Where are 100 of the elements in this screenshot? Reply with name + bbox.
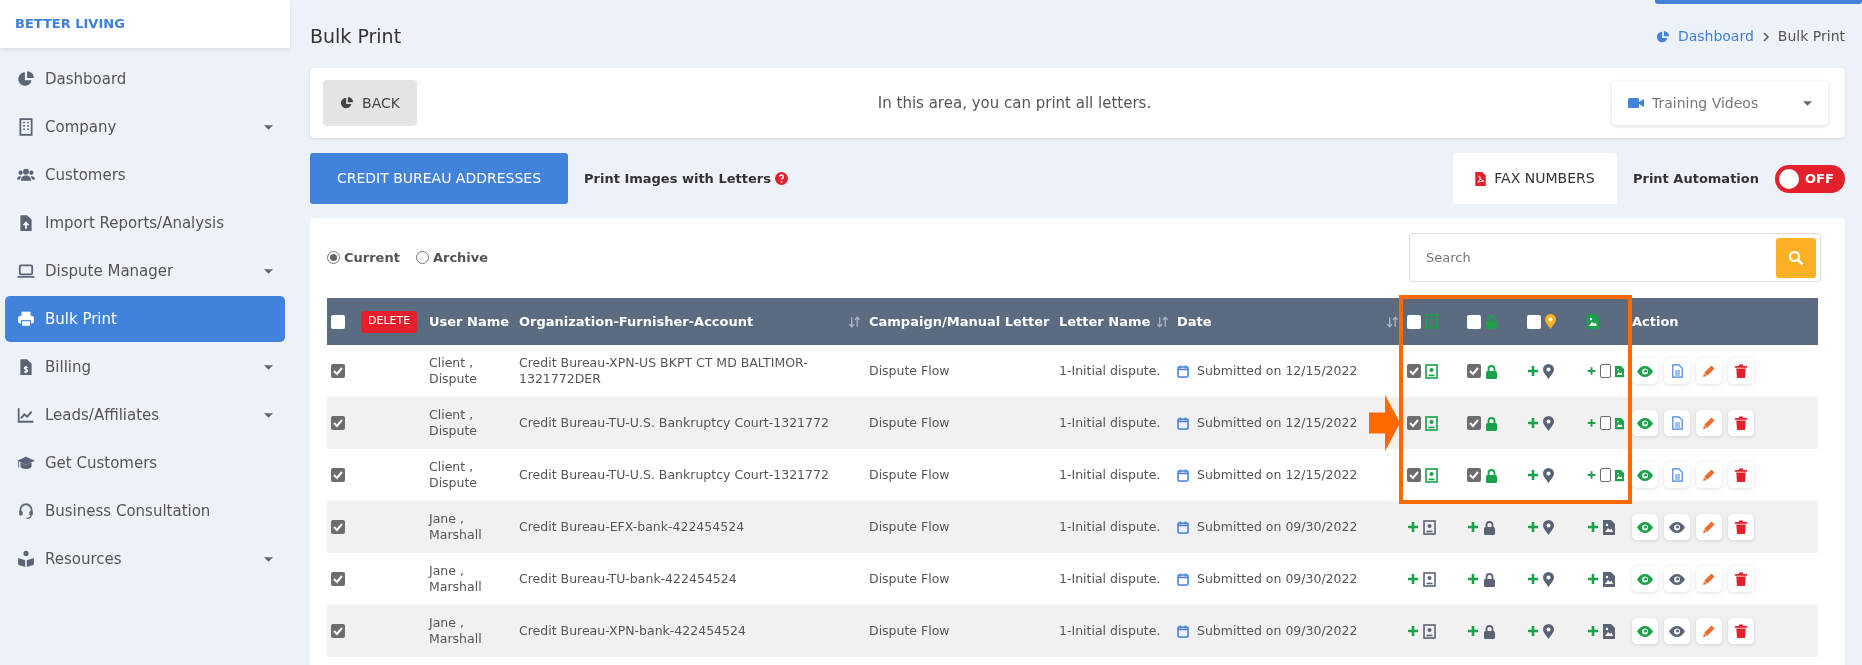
edit-button[interactable] bbox=[1696, 618, 1722, 644]
page-title: Bulk Print bbox=[310, 24, 402, 50]
edit-button[interactable] bbox=[1696, 462, 1722, 488]
checkbox[interactable] bbox=[331, 520, 345, 535]
checkbox[interactable] bbox=[1600, 468, 1611, 482]
delete-button[interactable] bbox=[1728, 514, 1754, 540]
sidebar-item[interactable]: Bulk Print bbox=[5, 296, 285, 342]
checkbox[interactable] bbox=[331, 572, 345, 587]
caret-icon bbox=[264, 124, 273, 130]
view-button[interactable] bbox=[1632, 566, 1658, 592]
document-button[interactable] bbox=[1664, 358, 1690, 384]
view-button[interactable] bbox=[1632, 514, 1658, 540]
delete-button[interactable] bbox=[1728, 358, 1754, 384]
edit-button[interactable] bbox=[1696, 410, 1722, 436]
table-cell: Jane , Marshall bbox=[425, 605, 515, 657]
sidebar-item[interactable]: Business Consultation bbox=[5, 488, 285, 534]
plus-icon bbox=[1407, 521, 1419, 533]
view-button[interactable] bbox=[1664, 566, 1690, 592]
sidebar-item[interactable]: Billing bbox=[5, 344, 285, 390]
sidebar-item[interactable]: Import Reports/Analysis bbox=[5, 200, 285, 246]
date-text: Submitted on 09/30/2022 bbox=[1197, 517, 1358, 536]
table-cell: Credit Bureau-XPN-US BKPT CT MD BALTIMOR-1321772DER bbox=[515, 345, 865, 397]
date-text: Submitted on 12/15/2022 bbox=[1197, 413, 1358, 432]
view-button[interactable] bbox=[1664, 514, 1690, 540]
training-videos-dropdown[interactable]: Training Videos bbox=[1612, 81, 1828, 125]
checkbox[interactable] bbox=[1467, 416, 1481, 430]
image-file-icon bbox=[1603, 571, 1615, 587]
checkbox[interactable] bbox=[331, 624, 345, 639]
checkbox[interactable] bbox=[331, 364, 345, 379]
checkbox[interactable] bbox=[1467, 364, 1481, 378]
checkbox[interactable] bbox=[1407, 416, 1421, 430]
back-button[interactable]: BACK bbox=[323, 80, 417, 126]
image-file-icon bbox=[1615, 415, 1624, 431]
view-button[interactable] bbox=[1632, 358, 1658, 384]
edit-button[interactable] bbox=[1696, 514, 1722, 540]
search-icon bbox=[1788, 249, 1804, 266]
sidebar-item[interactable]: Company bbox=[5, 104, 285, 150]
delete-button[interactable] bbox=[1728, 410, 1754, 436]
sidebar-item[interactable]: Customers bbox=[5, 152, 285, 198]
sidebar-item[interactable]: Get Customers bbox=[5, 440, 285, 486]
view-button[interactable] bbox=[1632, 618, 1658, 644]
plus-icon bbox=[1467, 625, 1479, 637]
document-button[interactable] bbox=[1664, 410, 1690, 436]
lock-icon bbox=[1485, 363, 1498, 379]
view-button[interactable] bbox=[1632, 410, 1658, 436]
print-automation-toggle[interactable]: OFF bbox=[1775, 164, 1845, 193]
map-pin-icon bbox=[1543, 467, 1554, 483]
breadcrumb-link[interactable]: Dashboard bbox=[1677, 26, 1754, 47]
table-cell: 1-Initial dispute. bbox=[1055, 345, 1173, 397]
column-header[interactable]: Date bbox=[1177, 311, 1212, 332]
graduation-cap-icon bbox=[17, 454, 35, 472]
table-cell: Jane , Marshall bbox=[425, 501, 515, 553]
sidebar-item[interactable]: Dispute Manager bbox=[5, 248, 285, 294]
brand-name: BETTER LIVING bbox=[15, 15, 125, 34]
checkbox[interactable] bbox=[1407, 314, 1421, 329]
sidebar-item[interactable]: Leads/Affiliates bbox=[5, 392, 285, 438]
id-card-icon bbox=[1425, 314, 1438, 329]
edit-button[interactable] bbox=[1696, 358, 1722, 384]
sidebar-item[interactable]: Dashboard bbox=[5, 56, 285, 102]
credit-bureau-addresses-button[interactable]: CREDIT BUREAU ADDRESSES bbox=[310, 153, 568, 204]
caret-icon bbox=[1803, 100, 1812, 106]
view-button[interactable] bbox=[1664, 618, 1690, 644]
checkbox[interactable] bbox=[1407, 468, 1421, 482]
checkbox[interactable] bbox=[1467, 314, 1481, 329]
filter-radio[interactable]: Current bbox=[327, 247, 400, 268]
image-file-icon bbox=[1603, 623, 1615, 639]
sidebar-item[interactable]: Resources bbox=[5, 536, 285, 582]
delete-button[interactable]: DELETE bbox=[361, 310, 418, 333]
checkbox[interactable] bbox=[331, 468, 345, 483]
table-cell: Credit Bureau-TU-U.S. Bankruptcy Court-1321772 bbox=[515, 449, 865, 501]
table-cell: Jane , Marshall bbox=[425, 553, 515, 605]
trash-icon bbox=[1735, 468, 1747, 482]
filter-radio[interactable]: Archive bbox=[415, 247, 489, 268]
map-pin-icon bbox=[1543, 519, 1554, 535]
pointer-arrow bbox=[1369, 393, 1401, 453]
plus-icon bbox=[1587, 625, 1599, 637]
edit-button[interactable] bbox=[1696, 566, 1722, 592]
delete-button[interactable] bbox=[1728, 462, 1754, 488]
caret-icon bbox=[264, 556, 273, 562]
checkbox[interactable] bbox=[331, 416, 345, 431]
pencil-icon bbox=[1702, 520, 1716, 534]
pdf-file-icon bbox=[1475, 171, 1487, 186]
checkbox[interactable] bbox=[1600, 364, 1611, 378]
search-field[interactable]: Search bbox=[1409, 233, 1821, 282]
pie-chart-icon bbox=[340, 96, 355, 110]
id-card-icon bbox=[1425, 467, 1438, 483]
id-card-icon bbox=[1425, 415, 1438, 431]
checkbox[interactable] bbox=[331, 314, 345, 329]
checkbox[interactable] bbox=[1527, 314, 1541, 329]
trash-icon bbox=[1735, 624, 1747, 638]
delete-button[interactable] bbox=[1728, 618, 1754, 644]
delete-button[interactable] bbox=[1728, 566, 1754, 592]
eye-icon bbox=[1637, 521, 1653, 533]
view-button[interactable] bbox=[1632, 462, 1658, 488]
fax-numbers-button[interactable]: FAX NUMBERS bbox=[1452, 153, 1617, 204]
checkbox[interactable] bbox=[1600, 416, 1611, 430]
checkbox[interactable] bbox=[1467, 468, 1481, 482]
document-button[interactable] bbox=[1664, 462, 1690, 488]
checkbox[interactable] bbox=[1407, 364, 1421, 378]
column-header[interactable]: Action bbox=[1632, 313, 1679, 329]
